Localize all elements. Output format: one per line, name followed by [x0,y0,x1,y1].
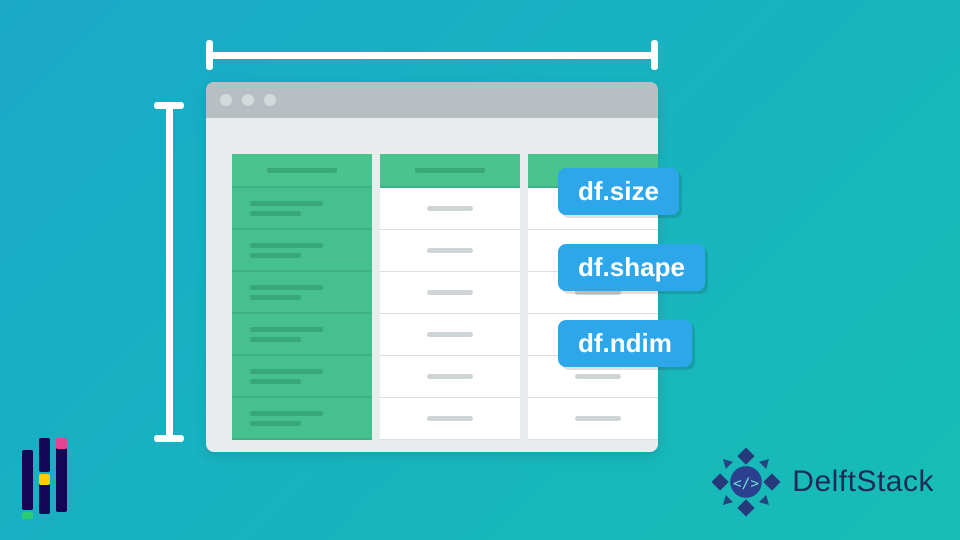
table-row [232,356,372,398]
attribute-label-size: df.size [558,168,679,215]
width-ruler [206,42,658,68]
table-row [380,230,520,272]
table-row [232,230,372,272]
table-row [232,188,372,230]
ruler-bar [166,102,173,442]
height-ruler [156,102,182,442]
table-header-cell [380,154,520,188]
table-row [380,314,520,356]
ruler-bar [206,52,658,59]
table-index-column [232,154,372,440]
table-row [232,272,372,314]
pandas-icon [22,438,82,518]
table-column [380,154,520,440]
window-dot [264,94,276,106]
table-row [380,272,520,314]
window-dot [242,94,254,106]
delftstack-icon: </> [710,446,782,518]
ruler-cap [651,40,658,70]
delftstack-brand: </> DelftStack [710,446,934,518]
svg-text:</>: </> [733,476,759,492]
table-row [232,398,372,440]
table-row [528,398,658,440]
table-row [380,356,520,398]
table-header-cell [232,154,372,188]
window-dot [220,94,232,106]
table-row [380,398,520,440]
attribute-label-shape: df.shape [558,244,705,291]
table-row [380,188,520,230]
window-titlebar [206,82,658,118]
ruler-cap [154,435,184,442]
delftstack-name: DelftStack [792,465,934,499]
attribute-label-ndim: df.ndim [558,320,692,367]
table-row [232,314,372,356]
